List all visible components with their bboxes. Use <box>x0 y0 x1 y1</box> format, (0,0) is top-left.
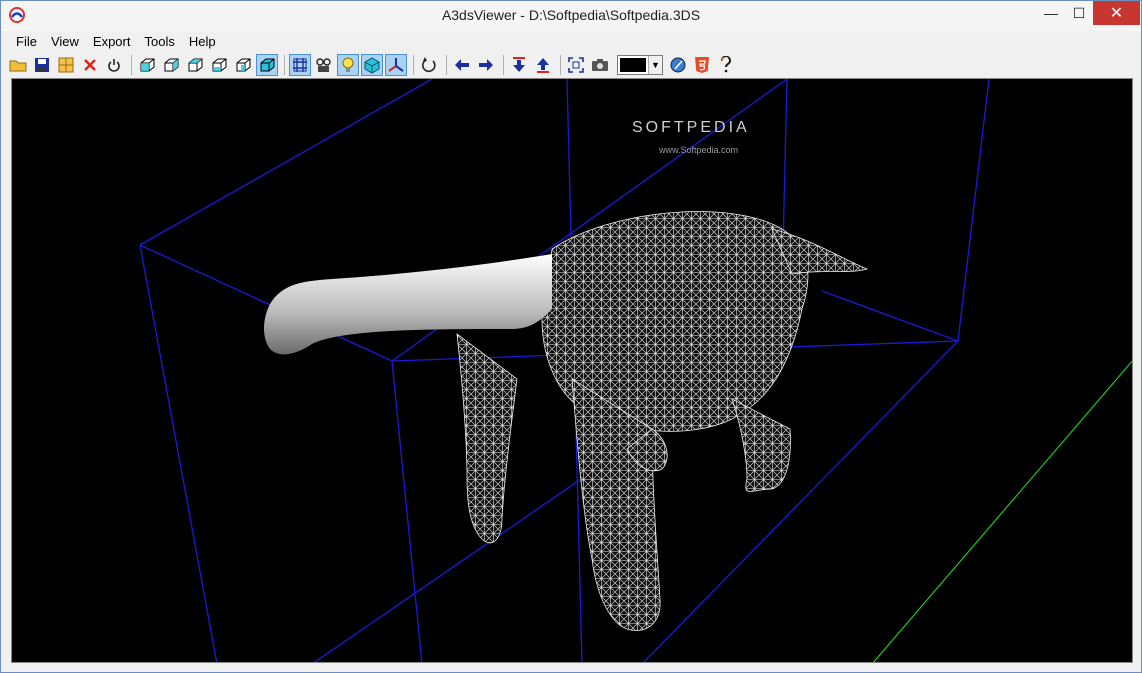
view-left-icon[interactable] <box>184 54 206 76</box>
view-front-icon[interactable] <box>136 54 158 76</box>
watermark: SOFTPEDIA <box>632 119 750 136</box>
rotate-icon[interactable] <box>418 54 440 76</box>
web-icon[interactable] <box>667 54 689 76</box>
menu-help[interactable]: Help <box>182 32 223 52</box>
grid-icon[interactable] <box>55 54 77 76</box>
toolbar-separator <box>413 55 414 75</box>
arrow-left-icon[interactable] <box>451 54 473 76</box>
toolbar-separator <box>560 55 561 75</box>
menu-view[interactable]: View <box>44 32 86 52</box>
screenshot-icon[interactable] <box>589 54 611 76</box>
maximize-button[interactable]: ☐ <box>1065 1 1093 25</box>
menu-file[interactable]: File <box>9 32 44 52</box>
fullscreen-icon[interactable] <box>565 54 587 76</box>
move-down-icon[interactable] <box>508 54 530 76</box>
save-icon[interactable] <box>31 54 53 76</box>
toolbar-separator <box>446 55 447 75</box>
menu-export[interactable]: Export <box>86 32 138 52</box>
view-back-icon[interactable] <box>160 54 182 76</box>
minimize-button[interactable]: — <box>1037 1 1065 25</box>
color-swatch <box>620 58 646 72</box>
model-mesh <box>264 211 869 631</box>
open-folder-icon[interactable] <box>7 54 29 76</box>
toolbar-separator <box>131 55 132 75</box>
toolbar-separator <box>284 55 285 75</box>
window-title: A3dsViewer - D:\Softpedia\Softpedia.3DS <box>441 7 701 23</box>
axes-icon[interactable] <box>385 54 407 76</box>
view-top-icon[interactable] <box>232 54 254 76</box>
help-icon[interactable] <box>715 54 737 76</box>
close-file-icon[interactable] <box>79 54 101 76</box>
background-color-select[interactable]: ▼ <box>617 55 663 75</box>
view-right-icon[interactable] <box>208 54 230 76</box>
app-window: A3dsViewer - D:\Softpedia\Softpedia.3DS … <box>0 0 1142 673</box>
scene <box>139 79 1132 662</box>
title-bar[interactable]: A3dsViewer - D:\Softpedia\Softpedia.3DS … <box>1 1 1141 31</box>
watermark-subtext: www.Softpedia.com <box>659 145 739 155</box>
axis-line <box>872 360 1132 662</box>
solid-icon[interactable] <box>361 54 383 76</box>
menu-bar: File View Export Tools Help <box>9 32 223 52</box>
menu-tools[interactable]: Tools <box>137 32 181 52</box>
html5-icon[interactable] <box>691 54 713 76</box>
light-icon[interactable] <box>337 54 359 76</box>
view-perspective-icon[interactable] <box>256 54 278 76</box>
chevron-down-icon: ▼ <box>648 56 662 74</box>
move-up-icon[interactable] <box>532 54 554 76</box>
animation-icon[interactable] <box>313 54 335 76</box>
arrow-right-icon[interactable] <box>475 54 497 76</box>
close-button[interactable]: ✕ <box>1093 1 1140 25</box>
toolbar: ▼ <box>7 52 1135 78</box>
wireframe-icon[interactable] <box>289 54 311 76</box>
3d-viewport[interactable]: SOFTPEDIA www.Softpedia.com <box>11 78 1133 663</box>
power-icon[interactable] <box>103 54 125 76</box>
toolbar-separator <box>503 55 504 75</box>
